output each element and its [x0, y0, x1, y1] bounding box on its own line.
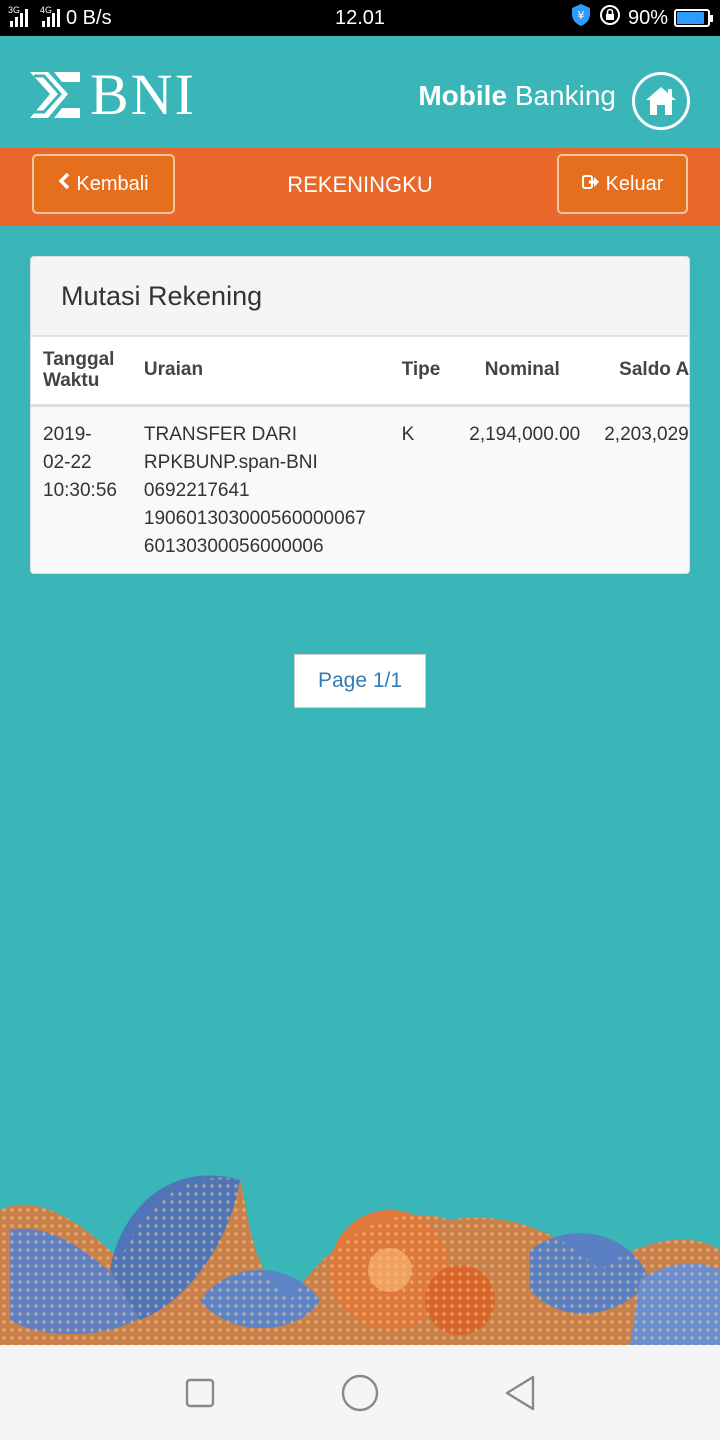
system-nav-bar	[0, 1345, 720, 1440]
logout-button[interactable]: Keluar	[557, 154, 688, 214]
col-header-desc: Uraian	[143, 359, 204, 381]
rotation-lock-icon	[598, 3, 622, 33]
sign-out-icon	[581, 173, 600, 196]
pagination-button[interactable]: Page 1/1	[294, 654, 426, 708]
col-header-type: Tipe	[401, 359, 441, 381]
status-right: ¥ 90%	[570, 3, 713, 33]
cell-desc-line3: 0692217641	[143, 479, 250, 501]
app-title-bold: Mobile	[418, 80, 508, 111]
signal-3g-icon: 3G	[8, 5, 28, 27]
cell-date: 2019- 02-22 10:30:56	[31, 405, 132, 573]
shield-icon: ¥	[570, 3, 592, 33]
cell-date-line1: 2019-	[43, 423, 92, 445]
status-bar: 3G 4G 0 B/s 12.01 ¥ 90%	[0, 0, 720, 36]
logout-button-label: Keluar	[605, 172, 664, 195]
table-header-row: Tanggal Waktu Uraian Tipe Nominal Saldo …	[31, 337, 689, 405]
cell-saldo: 2,203,029	[592, 405, 689, 573]
home-nav-icon[interactable]	[340, 1373, 380, 1413]
col-header-date-line2: Waktu	[43, 370, 100, 392]
cell-type: K	[389, 405, 453, 573]
cell-desc-line1: TRANSFER DARI	[143, 423, 297, 445]
status-left: 3G 4G 0 B/s	[8, 5, 112, 30]
col-header-date: Tanggal Waktu	[31, 337, 132, 405]
app-title-rest: Banking	[514, 80, 616, 111]
table-row: 2019- 02-22 10:30:56 TRANSFER DARI RPKBU…	[31, 405, 689, 573]
home-icon	[646, 87, 676, 115]
network-speed: 0 B/s	[66, 6, 112, 29]
signal-4g-icon: 4G	[40, 5, 60, 27]
battery-icon	[674, 9, 713, 27]
card-title: Mutasi Rekening	[31, 257, 689, 337]
app-header: BNI Mobile Banking	[0, 36, 720, 148]
col-header-date-line1: Tanggal	[43, 349, 115, 371]
cell-date-line2: 02-22	[43, 451, 92, 473]
recent-apps-icon[interactable]	[180, 1373, 220, 1413]
cell-time: 10:30:56	[43, 479, 117, 501]
back-nav-icon[interactable]	[500, 1373, 540, 1413]
bni-logo: BNI	[28, 62, 196, 127]
cell-desc: TRANSFER DARI RPKBUNP.span-BNI 069221764…	[131, 405, 390, 573]
col-header-saldo: Saldo Akhir	[619, 359, 689, 381]
batik-decoration	[0, 1175, 720, 1345]
cell-desc-line5: 60130300056000006	[143, 535, 324, 557]
cell-nominal: 2,194,000.00	[452, 405, 593, 573]
logo-text: BNI	[90, 62, 196, 127]
battery-percent: 90%	[627, 6, 668, 29]
mutation-table-scroll[interactable]: Tanggal Waktu Uraian Tipe Nominal Saldo …	[31, 337, 689, 573]
cell-desc-line2: RPKBUNP.span-BNI	[143, 451, 318, 473]
svg-text:¥: ¥	[577, 9, 584, 22]
nav-bar: Kembali REKENINGKU Keluar	[0, 148, 720, 226]
home-button[interactable]	[632, 72, 690, 130]
cell-desc-line4: 190601303000560000067	[143, 507, 366, 529]
mutation-card: Mutasi Rekening Tanggal Waktu Uraian Tip…	[30, 256, 690, 574]
mutation-table: Tanggal Waktu Uraian Tipe Nominal Saldo …	[31, 337, 689, 573]
col-header-nominal: Nominal	[484, 359, 560, 381]
app-title: Mobile Banking	[418, 80, 616, 112]
bni-logo-mark-icon	[30, 72, 80, 118]
